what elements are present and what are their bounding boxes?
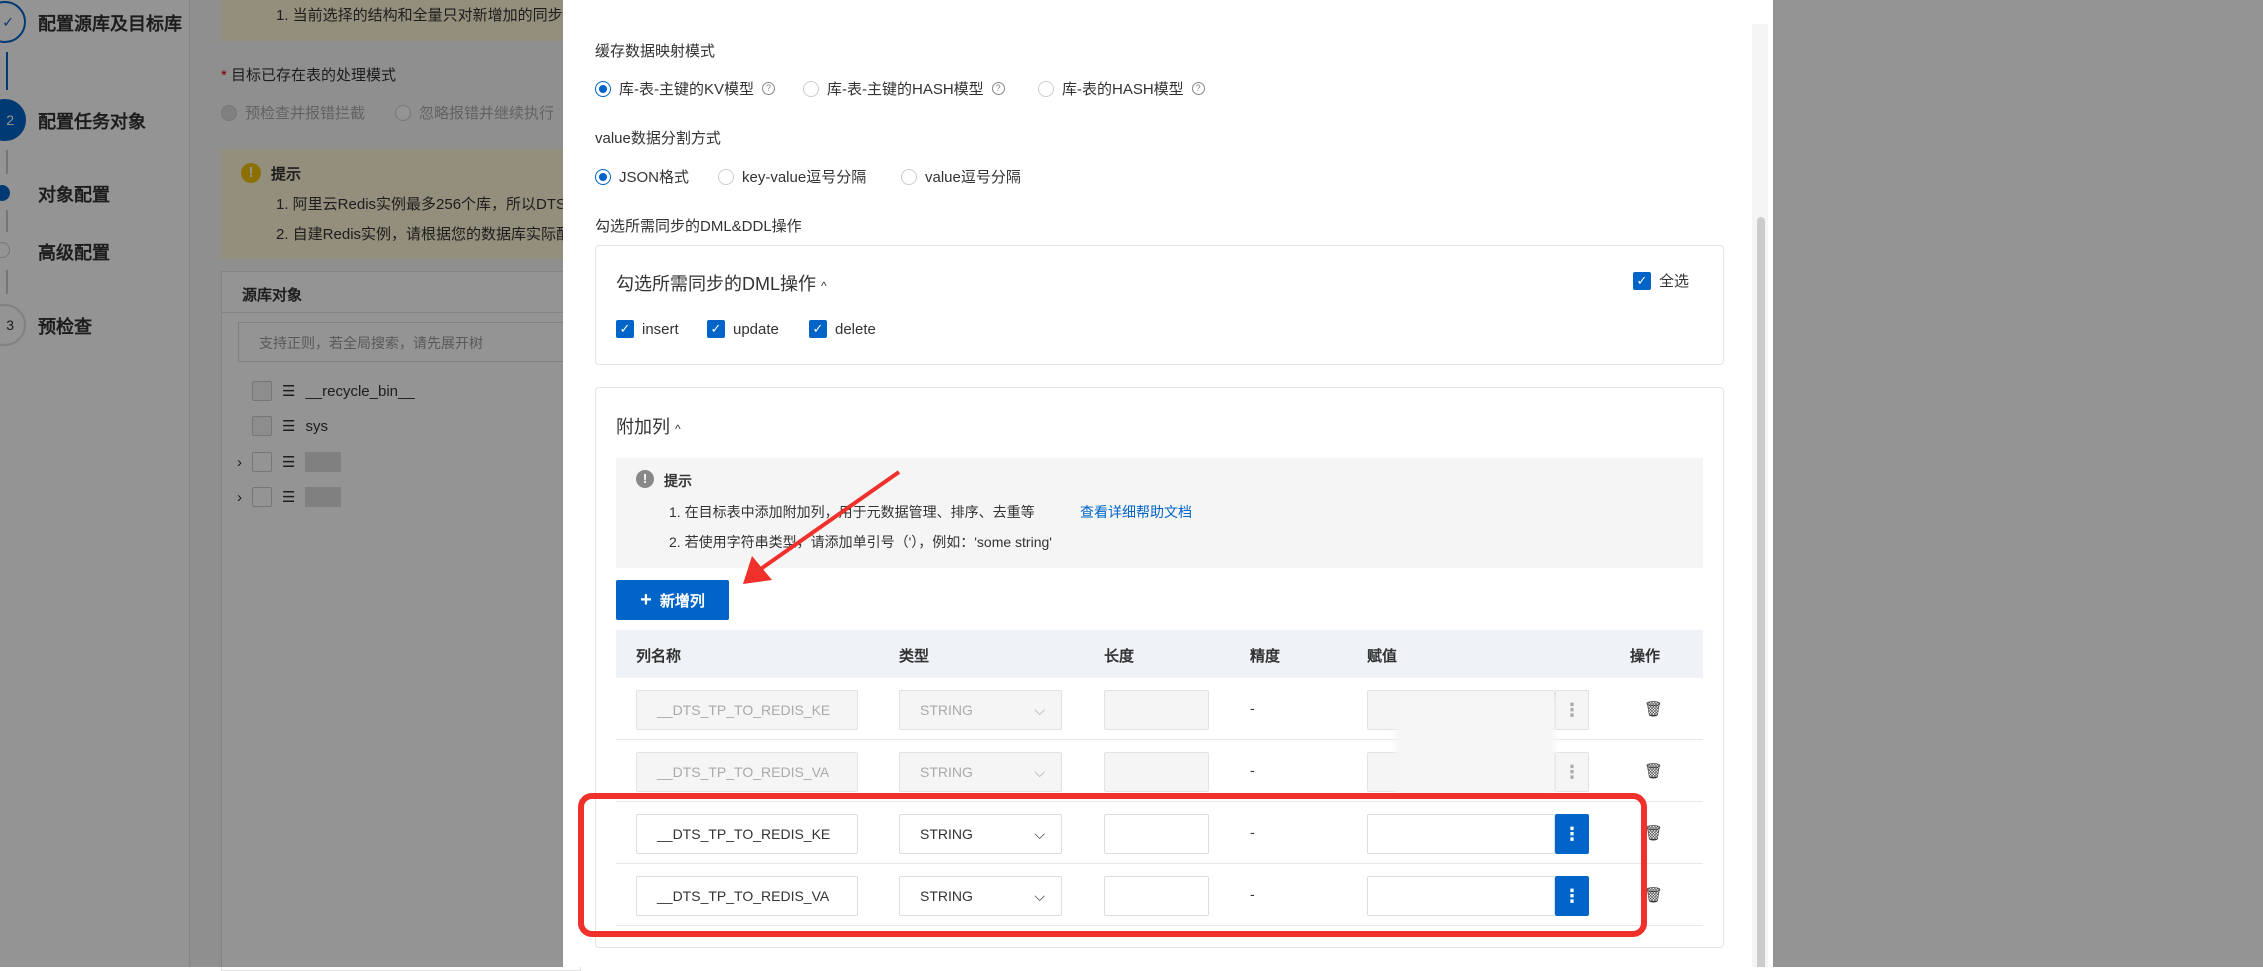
annotation-arrow bbox=[743, 470, 901, 584]
